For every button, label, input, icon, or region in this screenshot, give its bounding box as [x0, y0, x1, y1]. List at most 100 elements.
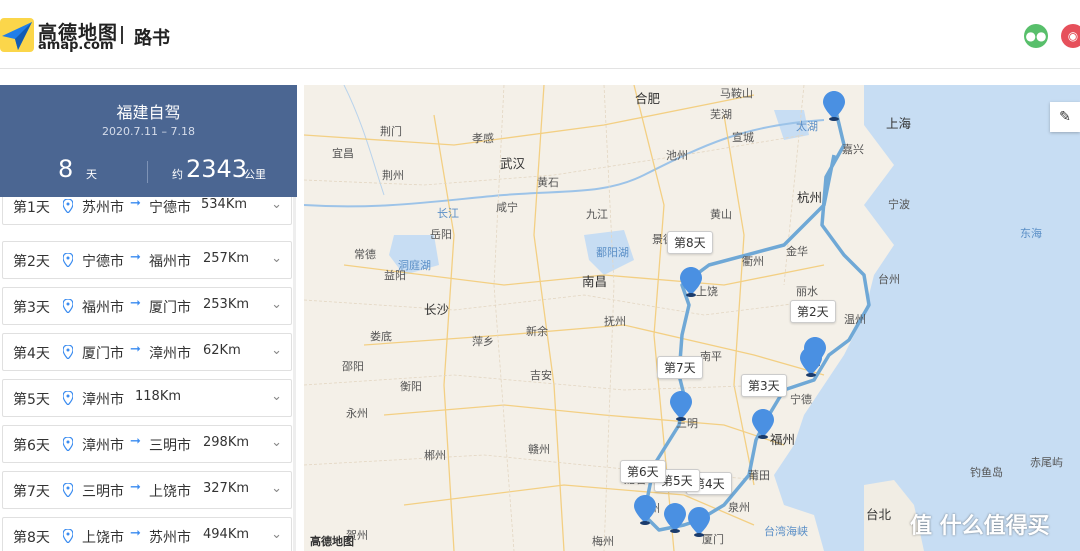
- location-pin-icon[interactable]: [664, 503, 686, 533]
- day-item[interactable]: 第6天 漳州市 ➞ 三明市 298Km ⌄: [2, 425, 292, 463]
- list-scrollbar[interactable]: [293, 197, 296, 551]
- arrow-right-icon: ➞: [130, 480, 141, 495]
- city-label: 荆州: [382, 169, 404, 182]
- day-label: 第5天: [13, 392, 50, 408]
- brand-domain: amap.com: [38, 38, 114, 53]
- city-label: 温州: [844, 313, 866, 326]
- city-label: 莆田: [748, 469, 770, 482]
- distance-unit: 公里: [244, 168, 266, 181]
- map-layer-toggle-button[interactable]: ✎: [1050, 102, 1080, 132]
- arrow-right-icon: ➞: [130, 434, 141, 449]
- city-label: 台州: [878, 273, 900, 286]
- city-label: 吉安: [530, 369, 552, 382]
- day-tag[interactable]: 第3天: [741, 374, 787, 397]
- city-label: 赣州: [528, 443, 550, 456]
- day-label: 第1天: [13, 200, 50, 216]
- arrow-right-icon: ➞: [130, 342, 141, 357]
- location-pin-icon[interactable]: [680, 267, 702, 297]
- city-label: 荆门: [380, 125, 402, 138]
- day-tag[interactable]: 第6天: [620, 460, 666, 483]
- day-origin: 三明市: [82, 484, 124, 500]
- chevron-down-icon[interactable]: ⌄: [271, 481, 282, 496]
- island-label: 赤尾屿: [1030, 456, 1063, 469]
- day-item[interactable]: 第8天 上饶市 ➞ 苏州市 494Km ⌄: [2, 517, 292, 551]
- day-list[interactable]: 第1天 苏州市 ➞ 宁德市 534Km ⌄ 第2天 宁德市 ➞ 福州市 257K…: [0, 197, 297, 551]
- city-label: 丽水: [796, 285, 818, 298]
- city-label: 衡阳: [400, 380, 422, 393]
- city-label: 池州: [666, 149, 688, 162]
- day-destination: 上饶市: [149, 484, 191, 500]
- location-pin-icon[interactable]: [688, 507, 710, 537]
- city-label: 孝感: [472, 132, 494, 145]
- app-header: 高德地图 amap.com 路书 ●● ◉: [0, 0, 1080, 69]
- day-origin: 宁德市: [82, 254, 124, 270]
- chevron-down-icon[interactable]: ⌄: [271, 297, 282, 312]
- location-pin-icon[interactable]: [752, 409, 774, 439]
- arrow-right-icon: ➞: [130, 526, 141, 541]
- chevron-down-icon[interactable]: ⌄: [271, 527, 282, 542]
- chevron-down-icon[interactable]: ⌄: [271, 343, 282, 358]
- city-label: 台北: [866, 507, 892, 522]
- day-item[interactable]: 第1天 苏州市 ➞ 宁德市 534Km ⌄: [2, 197, 292, 225]
- city-label: 武汉: [500, 156, 526, 171]
- city-label: 合肥: [635, 91, 661, 106]
- trip-date: 2020.7.11 – 7.18: [102, 125, 195, 138]
- city-label: 宣城: [732, 131, 754, 144]
- day-origin: 福州市: [82, 300, 124, 316]
- day-origin: 厦门市: [82, 346, 124, 362]
- location-pin-icon[interactable]: [823, 91, 845, 121]
- city-label: 泉州: [728, 501, 750, 514]
- location-pin-icon[interactable]: [670, 391, 692, 421]
- trip-days-unit: 天: [86, 168, 97, 181]
- wechat-share-button[interactable]: ●●: [1024, 24, 1048, 48]
- chevron-down-icon[interactable]: ⌄: [271, 435, 282, 450]
- location-icon: [63, 483, 73, 497]
- chevron-down-icon[interactable]: ⌄: [271, 251, 282, 266]
- day-label: 第4天: [13, 346, 50, 362]
- location-icon: [63, 529, 73, 543]
- location-icon: [63, 345, 73, 359]
- city-label: 黄山: [710, 208, 732, 221]
- trip-title: 福建自驾: [116, 103, 181, 122]
- day-destination: 厦门市: [149, 300, 191, 316]
- city-label: 萍乡: [472, 335, 494, 348]
- watermark: 值 什么值得买: [910, 514, 1050, 539]
- chevron-down-icon[interactable]: ⌄: [271, 389, 282, 404]
- day-item[interactable]: 第4天 厦门市 ➞ 漳州市 62Km ⌄: [2, 333, 292, 371]
- day-tag[interactable]: 第2天: [790, 300, 836, 323]
- location-pin-icon[interactable]: [634, 495, 656, 525]
- lake-label: 鄱阳湖: [596, 246, 629, 259]
- wechat-icon: ●●: [1025, 29, 1047, 43]
- day-label: 第7天: [13, 484, 50, 500]
- arrow-right-icon: ➞: [130, 296, 141, 311]
- weibo-share-button[interactable]: ◉: [1061, 24, 1080, 48]
- day-item[interactable]: 第2天 宁德市 ➞ 福州市 257Km ⌄: [2, 241, 292, 279]
- day-item[interactable]: 第7天 三明市 ➞ 上饶市 327Km ⌄: [2, 471, 292, 509]
- day-origin: 上饶市: [82, 530, 124, 546]
- satellite-icon: ✎: [1059, 109, 1071, 125]
- city-label: 岳阳: [430, 228, 452, 241]
- day-distance: 327Km: [203, 481, 250, 496]
- map-view[interactable]: 合肥 马鞍山 芜湖 宣城 池州 上海 太湖 嘉兴 武汉 黄石 咸宁 九江 黄山 …: [304, 85, 1080, 551]
- city-label: 金华: [786, 245, 808, 258]
- city-label: 梅州: [592, 535, 614, 548]
- amap-logo-icon[interactable]: [0, 18, 34, 52]
- city-label: 益阳: [384, 269, 406, 282]
- river-label: 长江: [437, 207, 459, 220]
- city-label: 南昌: [582, 274, 608, 289]
- day-item[interactable]: 第5天 漳州市 118Km ⌄: [2, 379, 292, 417]
- day-label: 第8天: [13, 530, 50, 546]
- city-label: 宜昌: [332, 147, 354, 160]
- chevron-down-icon[interactable]: ⌄: [271, 197, 282, 212]
- weibo-icon: ◉: [1067, 29, 1079, 43]
- day-tag[interactable]: 第8天: [667, 231, 713, 254]
- day-tag[interactable]: 第7天: [657, 356, 703, 379]
- city-label: 上海: [886, 116, 912, 131]
- city-label: 宁波: [888, 198, 910, 211]
- trip-days-count: 8: [58, 155, 74, 183]
- day-item[interactable]: 第3天 福州市 ➞ 厦门市 253Km ⌄: [2, 287, 292, 325]
- day-distance: 118Km: [135, 389, 182, 404]
- arrow-right-icon: ➞: [130, 197, 141, 211]
- city-label: 常德: [354, 248, 376, 261]
- location-pin-icon[interactable]: [800, 347, 822, 377]
